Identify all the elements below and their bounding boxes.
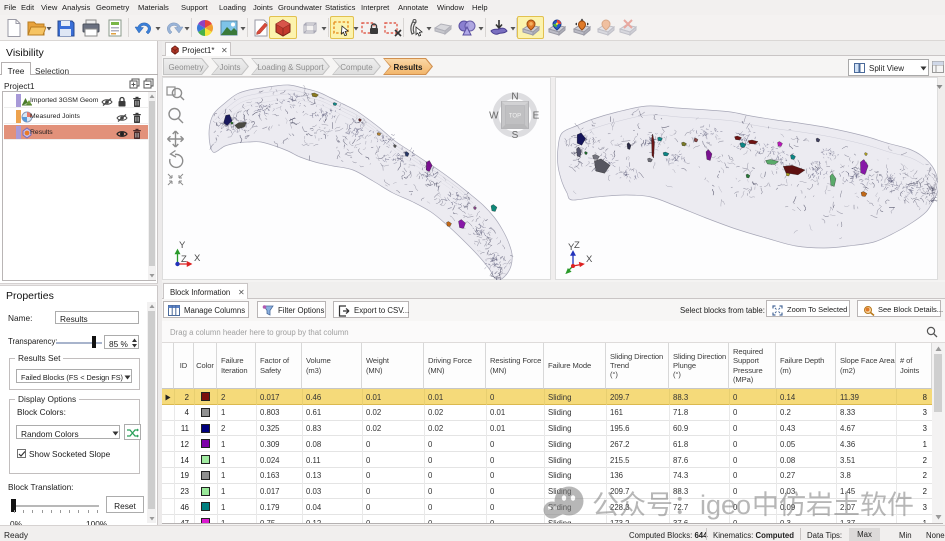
svg-text:TOP: TOP: [509, 114, 521, 120]
svg-text:N: N: [511, 92, 518, 103]
svg-text:W: W: [489, 111, 499, 122]
svg-text:Z: Z: [574, 240, 580, 251]
svg-text:S: S: [512, 130, 519, 141]
svg-text:X: X: [586, 254, 593, 265]
svg-text:E: E: [533, 111, 540, 122]
svg-text:X: X: [194, 253, 201, 264]
svg-text:Y: Y: [179, 240, 186, 251]
svg-text:igeo: igeo: [700, 490, 751, 520]
